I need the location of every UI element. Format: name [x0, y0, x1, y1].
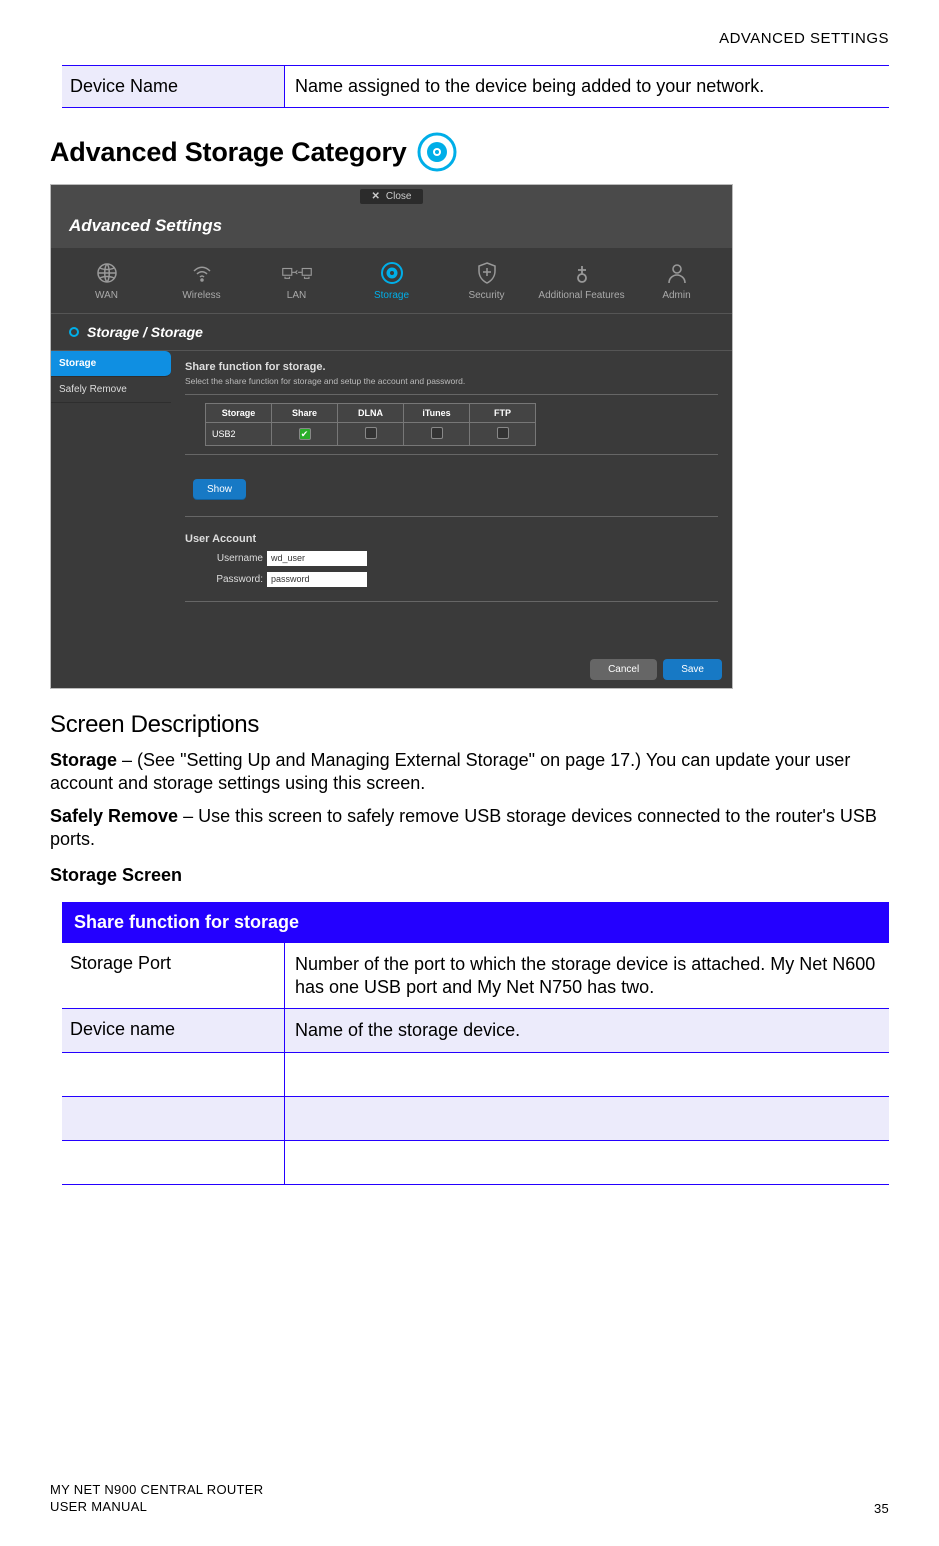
table-header: Share function for storage — [62, 902, 889, 943]
table-header-row: Storage Share DLNA iTunes FTP — [206, 404, 536, 423]
row-storage-name: USB2 — [206, 423, 272, 446]
col-storage: Storage — [206, 404, 272, 423]
divider — [185, 394, 718, 395]
settings-title: Advanced Settings — [51, 206, 732, 248]
row-label: Device name — [62, 1009, 285, 1052]
row-desc: Name of the storage device. — [285, 1009, 889, 1052]
share-function-table: Share function for storage Storage Port … — [62, 902, 889, 1185]
nav-security[interactable]: Security — [439, 254, 534, 305]
wifi-icon — [154, 260, 249, 286]
share-table: Storage Share DLNA iTunes FTP USB2 ✔ — [205, 403, 536, 446]
table-row: Storage Port Number of the port to which… — [62, 943, 889, 1009]
close-label: Close — [386, 191, 412, 202]
nav-wireless[interactable]: Wireless — [154, 254, 249, 305]
storage-description: Storage – (See "Setting Up and Managing … — [50, 749, 889, 795]
itunes-checkbox[interactable] — [431, 427, 443, 439]
share-checkbox-cell: ✔ — [272, 423, 338, 446]
cancel-button[interactable]: Cancel — [590, 659, 657, 680]
divider — [185, 516, 718, 517]
nav-label: LAN — [249, 290, 344, 301]
close-bar: ✕ Close — [51, 185, 732, 206]
close-button[interactable]: ✕ Close — [360, 189, 424, 204]
table-row — [62, 1141, 889, 1185]
nav-lan[interactable]: LAN — [249, 254, 344, 305]
safely-remove-bold: Safely Remove — [50, 806, 178, 826]
sidebar-item-storage[interactable]: Storage — [51, 351, 171, 377]
table-row: USB2 ✔ — [206, 423, 536, 446]
breadcrumb: Storage / Storage — [51, 314, 732, 351]
nav-label: Security — [439, 290, 534, 301]
col-ftp: FTP — [470, 404, 536, 423]
row-label: Storage Port — [62, 943, 285, 1008]
page-footer: MY NET N900 CENTRAL ROUTER USER MANUAL 3… — [50, 1481, 889, 1516]
storage-icon — [344, 260, 439, 286]
shield-icon — [439, 260, 534, 286]
divider — [185, 454, 718, 455]
nav-label: WAN — [59, 290, 154, 301]
col-itunes: iTunes — [404, 404, 470, 423]
breadcrumb-text: Storage / Storage — [87, 324, 203, 340]
router-ui-screenshot: ✕ Close Advanced Settings WAN Wireless — [50, 184, 733, 689]
nav-wan[interactable]: WAN — [59, 254, 154, 305]
col-share: Share — [272, 404, 338, 423]
table-row — [62, 1097, 889, 1141]
panel-subtitle: Select the share function for storage an… — [185, 376, 718, 386]
col-dlna: DLNA — [338, 404, 404, 423]
row-desc: Number of the port to which the storage … — [285, 943, 889, 1008]
plus-gear-icon — [534, 260, 629, 286]
dialog-buttons: Cancel Save — [51, 651, 732, 688]
safely-remove-description: Safely Remove – Use this screen to safel… — [50, 805, 889, 851]
storage-text: – (See "Setting Up and Managing External… — [50, 750, 850, 793]
show-button[interactable]: Show — [193, 479, 246, 500]
share-checkbox[interactable]: ✔ — [299, 428, 311, 440]
nav-storage[interactable]: Storage — [344, 254, 439, 305]
nav-label: Additional Features — [534, 290, 629, 301]
nav-label: Wireless — [154, 290, 249, 301]
nav-label: Storage — [344, 290, 439, 301]
table-row: Device name Name of the storage device. — [62, 1009, 889, 1053]
username-input[interactable]: wd_user — [267, 551, 367, 566]
divider — [185, 601, 718, 602]
device-name-table: Device Name Name assigned to the device … — [62, 65, 889, 108]
username-label: Username — [185, 553, 263, 564]
footer-manual: USER MANUAL — [50, 1498, 263, 1516]
breadcrumb-icon — [69, 327, 79, 337]
storage-bold: Storage — [50, 750, 117, 770]
table-row: Device Name Name assigned to the device … — [62, 66, 889, 108]
ftp-checkbox[interactable] — [497, 427, 509, 439]
dlna-checkbox-cell — [338, 423, 404, 446]
storage-screen-subheading: Storage Screen — [50, 865, 889, 886]
password-label: Password: — [185, 574, 263, 585]
lan-icon — [249, 260, 344, 286]
nav-label: Admin — [629, 290, 724, 301]
page-number: 35 — [874, 1501, 889, 1516]
page-running-header: ADVANCED SETTINGS — [50, 30, 889, 47]
user-icon — [629, 260, 724, 286]
device-name-desc: Name assigned to the device being added … — [285, 66, 889, 107]
itunes-checkbox-cell — [404, 423, 470, 446]
save-button[interactable]: Save — [663, 659, 722, 680]
settings-sidebar: Storage Safely Remove — [51, 351, 171, 651]
dlna-checkbox[interactable] — [365, 427, 377, 439]
close-icon: ✕ — [372, 191, 380, 202]
top-nav: WAN Wireless LAN Storage — [51, 248, 732, 314]
user-account-heading: User Account — [185, 533, 718, 545]
nav-admin[interactable]: Admin — [629, 254, 724, 305]
footer-product: MY NET N900 CENTRAL ROUTER — [50, 1481, 263, 1499]
panel-title: Share function for storage. — [185, 361, 718, 373]
category-heading: Advanced Storage Category — [50, 137, 407, 168]
sidebar-item-safely-remove[interactable]: Safely Remove — [51, 377, 171, 403]
globe-icon — [59, 260, 154, 286]
ftp-checkbox-cell — [470, 423, 536, 446]
table-row — [62, 1053, 889, 1097]
device-name-label: Device Name — [62, 66, 285, 107]
password-input[interactable]: password — [267, 572, 367, 587]
main-panel: Share function for storage. Select the s… — [171, 351, 732, 651]
nav-additional[interactable]: Additional Features — [534, 254, 629, 305]
screen-descriptions-heading: Screen Descriptions — [50, 711, 889, 739]
disc-storage-icon — [417, 132, 457, 172]
